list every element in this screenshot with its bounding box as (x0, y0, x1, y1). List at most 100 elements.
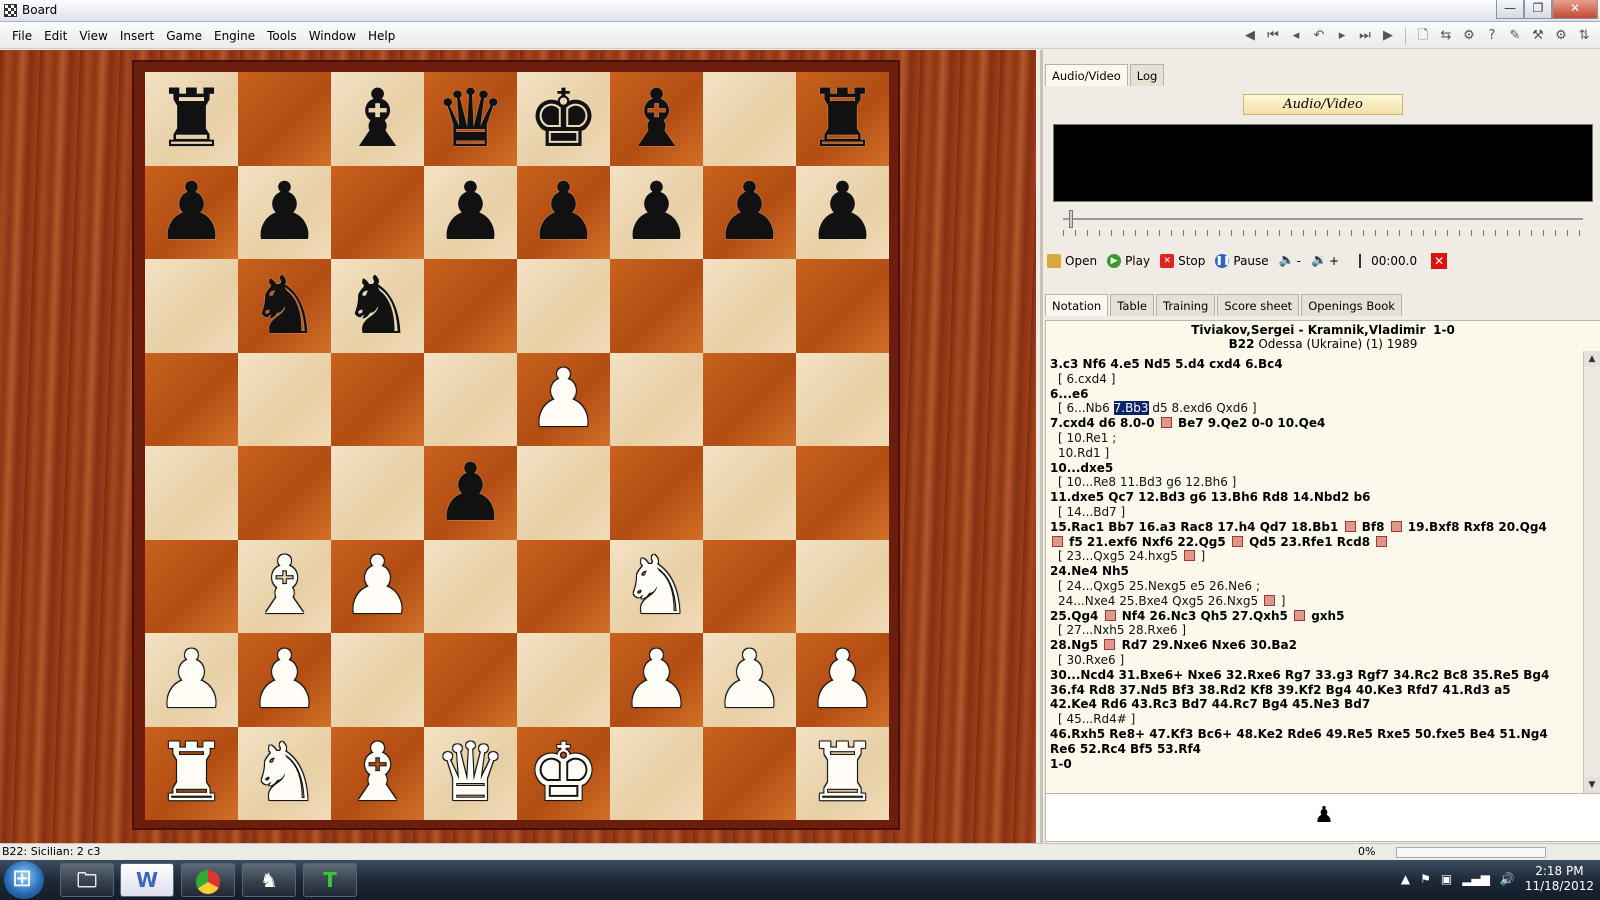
square-e2[interactable] (517, 633, 610, 727)
move-text[interactable]: [ 6.cxd4 ] (1058, 372, 1115, 386)
mainline-row[interactable]: Re6 52.Rc4 Bf5 53.Rf4 (1050, 742, 1572, 757)
square-b2[interactable]: ♟ (238, 633, 331, 727)
menu-engine[interactable]: Engine (208, 29, 261, 43)
move-text[interactable]: 1-0 (1050, 757, 1072, 771)
move-text[interactable]: [ 6...Nb6 (1058, 401, 1114, 415)
square-d5[interactable] (424, 352, 517, 446)
volume-icon[interactable]: 🔊 (1500, 872, 1515, 886)
mainline-row[interactable]: 6...e6 (1050, 387, 1572, 402)
current-move[interactable]: 7.Bb3 (1113, 401, 1149, 416)
square-a6[interactable] (145, 259, 238, 353)
tab-audio-video[interactable]: Audio/Video (1045, 64, 1128, 86)
mainline-row[interactable]: 28.Ng5 Rd7 29.Nxe6 Nxe6 30.Ba2 (1050, 638, 1572, 653)
move-text[interactable]: d5 8.exd6 Qxd6 ] (1149, 401, 1256, 415)
tab-notation[interactable]: Notation (1045, 294, 1109, 316)
square-e1[interactable]: ♚ (517, 726, 610, 820)
variation-row[interactable]: [ 14...Bd7 ] (1050, 505, 1572, 520)
diagram-marker-icon[interactable] (1231, 535, 1243, 547)
variation-row[interactable]: 24...Nxe4 25.Bxe4 Qxg5 26.Nxg5 ] (1050, 594, 1572, 609)
mainline-row[interactable]: 11.dxe5 Qc7 12.Bd3 g6 13.Bh6 Rd8 14.Nbd2… (1050, 490, 1572, 505)
start-button[interactable] (4, 861, 44, 899)
square-g7[interactable]: ♟ (703, 165, 796, 259)
square-h4[interactable] (796, 446, 889, 540)
diagram-marker-icon[interactable] (1104, 639, 1116, 651)
square-e3[interactable] (517, 539, 610, 633)
tab-training[interactable]: Training (1155, 294, 1216, 316)
square-a5[interactable] (145, 352, 238, 446)
mainline-row[interactable]: 30...Ncd4 31.Bxe6+ Nxe6 32.Rxe6 Rg7 33.g… (1050, 668, 1572, 683)
move-text[interactable]: 15.Rac1 Bb7 16.a3 Rac8 17.h4 Qd7 18.Bb1 (1050, 520, 1343, 534)
menu-tools[interactable]: Tools (261, 29, 303, 43)
square-d7[interactable]: ♟ (424, 165, 517, 259)
mainline-row[interactable]: 1-0 (1050, 757, 1572, 772)
white-queen-icon[interactable]: ♛ (435, 733, 507, 813)
move-text[interactable]: Qd5 23.Rfe1 Rcd8 (1245, 535, 1374, 549)
square-c3[interactable]: ♟ (331, 539, 424, 633)
tools-icon[interactable]: ⚒ (1528, 26, 1548, 46)
tab-openings-book[interactable]: Openings Book (1301, 294, 1402, 316)
square-g3[interactable] (703, 539, 796, 633)
square-d6[interactable] (424, 259, 517, 353)
mainline-row[interactable]: 24.Ne4 Nh5 (1050, 564, 1572, 579)
square-g8[interactable] (703, 72, 796, 166)
next-move-icon[interactable]: ▸ (1332, 26, 1352, 46)
square-d2[interactable] (424, 633, 517, 727)
white-pawn-icon[interactable]: ♟ (714, 639, 786, 720)
square-f8[interactable]: ♝ (610, 72, 703, 166)
square-h7[interactable]: ♟ (796, 165, 889, 259)
white-pawn-icon[interactable]: ♟ (621, 639, 693, 720)
move-text[interactable]: Rd7 29.Nxe6 Nxe6 30.Ba2 (1117, 638, 1297, 652)
tab-log[interactable]: Log (1129, 64, 1165, 86)
square-b7[interactable]: ♟ (238, 165, 331, 259)
move-text[interactable]: [ 10...Re8 11.Bd3 g6 12.Bh6 ] (1058, 475, 1236, 489)
square-h8[interactable]: ♜ (796, 72, 889, 166)
square-g5[interactable] (703, 352, 796, 446)
move-text[interactable]: [ 14...Bd7 ] (1058, 505, 1125, 519)
pause-button[interactable]: ❚❚ Pause (1215, 254, 1274, 268)
variation-row[interactable]: [ 6...Nb6 7.Bb3 d5 8.exd6 Qxd6 ] (1050, 401, 1572, 416)
move-text[interactable]: [ 30.Rxe6 ] (1058, 653, 1124, 667)
move-text[interactable]: [ 10.Re1 ; (1058, 431, 1116, 445)
square-f1[interactable] (610, 726, 703, 820)
move-text[interactable]: Re6 52.Rc4 Bf5 53.Rf4 (1050, 742, 1201, 756)
square-c7[interactable] (331, 165, 424, 259)
previous-move-icon[interactable]: ◂ (1286, 26, 1306, 46)
square-h3[interactable] (796, 539, 889, 633)
square-h1[interactable]: ♜ (796, 726, 889, 820)
square-f2[interactable]: ♟ (610, 633, 703, 727)
square-b4[interactable] (238, 446, 331, 540)
play-button[interactable]: ▶ Play (1107, 254, 1156, 268)
move-text[interactable]: Be7 9.Qe2 0-0 10.Qe4 (1174, 416, 1325, 430)
white-knight-icon[interactable]: ♞ (621, 546, 693, 626)
mainline-row[interactable]: 7.cxd4 d6 8.0-0 Be7 9.Qe2 0-0 10.Qe4 (1050, 416, 1572, 431)
square-b3[interactable]: ♝ (238, 539, 331, 633)
black-pawn-icon[interactable]: ♟ (807, 172, 879, 252)
mainline-row[interactable]: 46.Rxh5 Re8+ 47.Kf3 Bc6+ 48.Ke2 Rde6 49.… (1050, 727, 1572, 742)
move-text[interactable]: ] (1197, 549, 1206, 563)
square-h5[interactable] (796, 352, 889, 446)
square-c8[interactable]: ♝ (331, 72, 424, 166)
volume-up-button[interactable]: 🔉 + (1311, 254, 1345, 269)
move-text[interactable]: Nf4 26.Nc3 Qh5 27.Qxh5 (1118, 609, 1292, 623)
black-bishop-icon[interactable]: ♝ (621, 78, 693, 159)
square-b6[interactable]: ♞ (238, 259, 331, 353)
white-bishop-icon[interactable]: ♝ (342, 733, 414, 813)
last-move-icon[interactable]: ⏭ (1355, 26, 1375, 46)
square-c6[interactable]: ♞ (331, 259, 424, 353)
black-bishop-icon[interactable]: ♝ (342, 78, 414, 159)
black-pawn-icon[interactable]: ♟ (714, 172, 786, 252)
black-pawn-icon[interactable]: ♟ (435, 452, 507, 533)
square-a8[interactable]: ♜ (145, 72, 238, 166)
move-text[interactable]: 30...Ncd4 31.Bxe6+ Nxe6 32.Rxe6 Rg7 33.g… (1050, 668, 1549, 682)
square-e7[interactable]: ♟ (517, 165, 610, 259)
black-knight-icon[interactable]: ♞ (342, 265, 414, 346)
flip-board-icon[interactable]: ⇅ (1574, 26, 1594, 46)
square-b5[interactable] (238, 352, 331, 446)
menu-window[interactable]: Window (303, 29, 362, 43)
diagram-marker-icon[interactable] (1376, 535, 1388, 547)
square-d1[interactable]: ♛ (424, 726, 517, 820)
square-a4[interactable] (145, 446, 238, 540)
black-pawn-icon[interactable]: ♟ (249, 172, 321, 252)
square-e5[interactable]: ♟ (517, 352, 610, 446)
move-text[interactable]: ] (1277, 594, 1286, 608)
